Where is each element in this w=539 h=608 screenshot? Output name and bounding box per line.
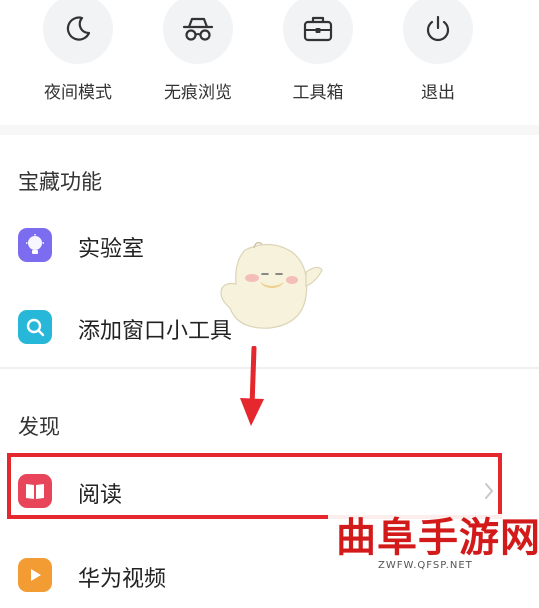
discover-section-title: 发现 <box>18 415 60 439</box>
incognito-button[interactable]: 无痕浏览 <box>148 0 248 105</box>
quick-actions-row: 夜间模式 无痕浏览 工具箱 退出 <box>0 0 539 115</box>
watermark-url: ZWFW.QFSP.NET <box>378 560 473 571</box>
exit-label: 退出 <box>421 83 455 103</box>
incognito-label: 无痕浏览 <box>164 83 232 103</box>
lab-label: 实验室 <box>78 237 145 262</box>
book-icon <box>18 474 52 508</box>
lightbulb-icon <box>18 228 52 262</box>
mascot-sticker-icon <box>220 241 323 329</box>
power-icon <box>403 0 473 64</box>
night-mode-button[interactable]: 夜间模式 <box>28 0 128 105</box>
moon-icon <box>43 0 113 64</box>
section-divider <box>0 125 539 135</box>
huawei-video-label: 华为视频 <box>78 567 167 592</box>
chevron-right-icon <box>485 483 493 499</box>
toolbox-icon <box>283 0 353 64</box>
reading-label: 阅读 <box>78 483 123 508</box>
watermark-title: 曲阜手游网 <box>336 514 539 561</box>
search-widget-icon <box>18 310 52 344</box>
add-widget-label: 添加窗口小工具 <box>78 319 233 344</box>
video-icon <box>18 558 52 592</box>
night-mode-label: 夜间模式 <box>44 83 112 103</box>
treasure-section-title: 宝藏功能 <box>18 170 102 194</box>
toolbox-label: 工具箱 <box>292 83 344 103</box>
exit-button[interactable]: 退出 <box>388 0 488 105</box>
incognito-icon <box>163 0 233 64</box>
red-arrow-icon <box>240 346 264 426</box>
browser-menu-page: 夜间模式 无痕浏览 工具箱 退出 宝藏功能 实验室 添加窗口小工具 发现 阅读 … <box>0 0 539 592</box>
toolbox-button[interactable]: 工具箱 <box>268 0 368 105</box>
watermark: 曲阜手游网 ZWFW.QFSP.NET <box>328 514 539 575</box>
